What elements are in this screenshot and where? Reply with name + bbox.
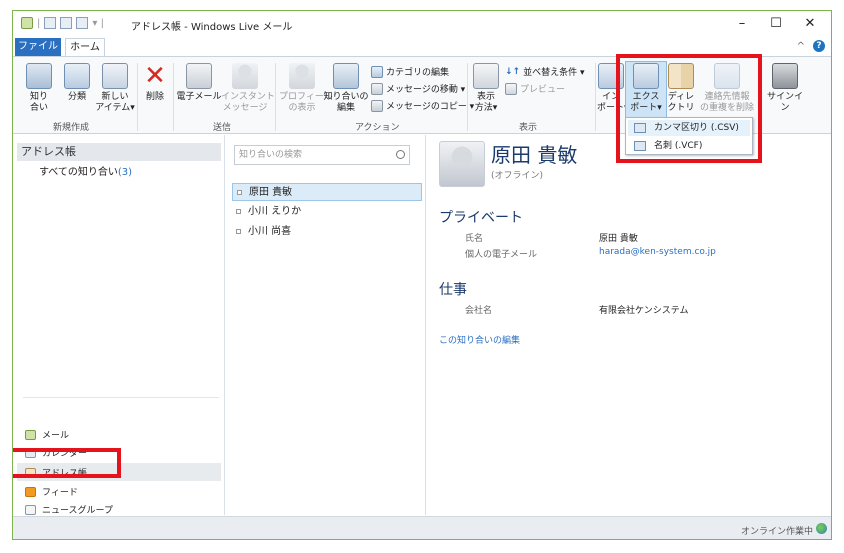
company-label: 会社名 [465,306,493,316]
status-text: オンライン作業中 [740,527,813,537]
copy-icon [371,99,383,112]
category-icon [64,63,90,89]
display-method-button[interactable]: 表示 方法▾ [471,63,501,114]
name-value: 原田 貴敏 [599,234,638,244]
app-icon[interactable] [21,17,33,29]
tab-file[interactable]: ファイル [15,38,61,56]
presence-status: (オフライン) [491,171,544,181]
name-label: 氏名 [465,234,484,244]
contact-detail-pane: 原田 貴敏 (オフライン) プライベート 氏名 原田 貴敏 個人の電子メール h… [427,135,831,515]
group-label-action: アクション [355,123,400,133]
sort-icon: ↓↑ [505,66,521,77]
status-bar: オンライン作業中 [13,516,831,539]
mail-icon [25,429,36,440]
copy-message-button[interactable]: メッセージのコピー ▾ [371,99,474,112]
send-receive-icon[interactable] [76,17,89,29]
close-button[interactable]: ✕ [793,14,827,34]
preview-icon [505,82,517,95]
sync-icon[interactable] [60,17,73,29]
preview-button[interactable]: プレビュー [505,82,565,95]
app-window: | ▾ | アドレス帳 - Windows Live メール – ☐ ✕ ファイ… [12,10,832,540]
delete-button[interactable]: ✕ 削除 [139,63,171,103]
avatar [439,141,485,187]
globe-icon [816,523,827,534]
private-section-title: プライベート [439,210,523,226]
move-icon [371,82,383,95]
help-icon[interactable]: ? [813,40,825,52]
nav-mail[interactable]: メール [25,428,69,441]
contact-row[interactable]: 原田 貴敏 [232,183,422,201]
sign-in-button[interactable]: サインイン [763,63,807,114]
group-label-view: 表示 [519,123,538,133]
delete-x-icon: ✕ [144,61,166,91]
new-icon[interactable] [44,17,57,29]
edit-contact-button[interactable]: 知り合いの 編集 [323,63,369,114]
export-highlight-box [616,54,762,163]
window-title: アドレス帳 - Windows Live メール [131,22,293,33]
move-message-button[interactable]: メッセージの移動 ▾ [371,82,465,95]
company-value: 有限会社ケンシステム [599,306,689,316]
group-label-send: 送信 [213,123,232,133]
search-input[interactable]: 知り合いの検索 [234,145,410,165]
title-bar: | ▾ | アドレス帳 - Windows Live メール – ☐ ✕ [13,11,831,37]
email-link[interactable]: harada@ken-system.co.jp [599,247,716,257]
view-profile-button[interactable]: プロフィール の表示 [279,63,333,114]
all-contacts-item[interactable]: すべての知り合い(3) [39,163,132,178]
newsgroup-icon [25,504,36,515]
address-book-header[interactable]: アドレス帳 [17,143,221,161]
maximize-button[interactable]: ☐ [759,14,793,34]
collapse-ribbon-icon[interactable]: ^ [797,41,805,52]
address-book-highlight-box [13,448,121,478]
contact-card-icon [26,63,52,89]
search-icon[interactable] [396,150,405,159]
minimize-button[interactable]: – [725,14,759,34]
nav-newsgroups[interactable]: ニュースグループ [25,503,113,516]
tab-home[interactable]: ホーム [65,38,105,57]
envelope-icon [186,63,212,89]
edit-contact-icon [333,63,359,89]
contact-list-pane: 知り合いの検索 原田 貴敏 小川 えりか 小川 尚喜 [226,135,426,515]
work-section-title: 仕事 [439,282,467,298]
category-icon [371,65,383,78]
instant-message-button[interactable]: インスタント メッセージ [221,63,275,114]
profile-icon [289,63,315,89]
email-label: 個人の電子メール [465,250,538,260]
contact-name: 原田 貴敏 [491,143,578,167]
edit-contact-link[interactable]: この知り合いの編集 [439,333,520,346]
rss-icon [25,486,36,497]
person-icon [232,63,258,89]
quick-access-toolbar: | ▾ | [21,17,104,29]
edit-category-button[interactable]: カテゴリの編集 [371,65,449,78]
email-button[interactable]: 電子メール [176,63,222,103]
user-icon [772,63,798,89]
new-contact-button[interactable]: 知り 合い [21,63,57,114]
list-view-icon [473,63,499,89]
sort-button[interactable]: ↓↑ 並べ替え条件 ▾ [505,65,584,79]
new-item-button[interactable]: 新しい アイテム▾ [93,63,137,114]
calendar-grid-icon [102,63,128,89]
new-category-button[interactable]: 分類 [59,63,95,103]
contact-row[interactable]: 小川 えりか [232,203,422,221]
contact-row[interactable]: 小川 尚喜 [232,223,422,241]
nav-feeds[interactable]: フィード [25,485,78,498]
group-label-new: 新規作成 [53,123,90,133]
